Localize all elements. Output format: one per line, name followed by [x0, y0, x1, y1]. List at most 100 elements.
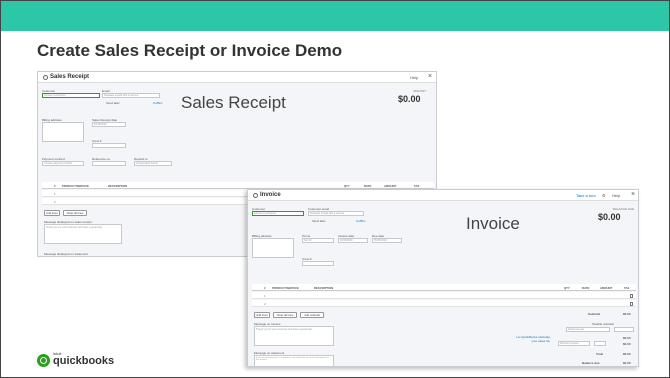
- delete-row-icon[interactable]: [630, 301, 633, 306]
- col-qty: QTY: [344, 184, 350, 188]
- balance-due-label: BALANCE DUE: [613, 207, 635, 211]
- tax-rate-placeholder: Select tax rate: [568, 328, 584, 331]
- close-icon[interactable]: ×: [631, 191, 635, 198]
- customer-select[interactable]: Choose a customer: [42, 93, 100, 98]
- tax-rate-select[interactable]: Select tax rate: [566, 327, 610, 332]
- row-number: 1: [264, 294, 266, 298]
- subtotal-value: $0.00: [623, 312, 631, 316]
- due-date-value: 05/15/2020: [374, 239, 387, 242]
- ccbcc-link[interactable]: Cc/Bcc: [356, 219, 366, 223]
- quickbooks-wordmark: quickbooks: [53, 355, 115, 367]
- help-link[interactable]: Help: [612, 193, 620, 198]
- row-number: 1: [54, 192, 56, 196]
- sales-receipt-overlay-label: Sales Receipt: [181, 93, 286, 112]
- receipt-date-value: 04/15/2020: [94, 123, 107, 126]
- message-input[interactable]: Thank you for your business and have a g…: [44, 224, 122, 244]
- email-input[interactable]: Separate emails with a comma: [102, 93, 160, 98]
- help-link[interactable]: Help: [410, 75, 418, 80]
- discount-select-value: Discount percent: [560, 342, 579, 345]
- customer-placeholder: Choose a customer: [254, 212, 276, 215]
- statement-placeholder: If you send statements to customers, thi…: [256, 357, 330, 361]
- row-number: 2: [54, 200, 56, 204]
- invoice-date-value: 04/15/2020: [340, 239, 353, 242]
- sales-receipt-table-header: # PRODUCT/SERVICE DESCRIPTION QTY RATE A…: [42, 182, 434, 189]
- reference-input[interactable]: [92, 161, 126, 166]
- table-row[interactable]: 1: [252, 292, 636, 299]
- deposit-to-value: Undeposited Funds: [136, 162, 158, 165]
- col-amount: AMOUNT: [600, 286, 613, 290]
- col-rate: RATE: [582, 286, 590, 290]
- receipt-date-input[interactable]: 04/15/2020: [92, 122, 126, 127]
- discount-select[interactable]: Discount percent: [558, 341, 590, 346]
- take-tour-link[interactable]: Take a tour: [576, 193, 596, 198]
- col-product: PRODUCT/SERVICE: [62, 184, 89, 188]
- history-icon[interactable]: [253, 193, 258, 198]
- invoice-title: Invoice: [260, 192, 281, 198]
- ccbcc-link[interactable]: Cc/Bcc: [153, 101, 163, 105]
- col-amount: AMOUNT: [384, 184, 397, 188]
- col-qty: QTY: [564, 286, 570, 290]
- table-row[interactable]: 2: [252, 300, 636, 307]
- quickbooks-logo-icon: [37, 354, 50, 367]
- deposit-to-select[interactable]: Undeposited Funds: [134, 161, 172, 166]
- col-rate: RATE: [364, 184, 372, 188]
- col-tax: TAX: [414, 184, 420, 188]
- crew-input[interactable]: [302, 261, 334, 266]
- terms-select[interactable]: Net 30: [302, 238, 334, 243]
- billing-address-input[interactable]: [42, 122, 84, 142]
- taxable-subtotal-label: Taxable subtotal: [592, 322, 614, 326]
- balance-due-row-label: Balance due: [582, 361, 600, 365]
- customer-select[interactable]: Choose a customer: [252, 211, 304, 216]
- col-description: DESCRIPTION: [314, 286, 334, 290]
- customer-email-input[interactable]: Separate emails with a comma: [308, 211, 364, 216]
- col-number: #: [264, 286, 266, 290]
- tax-value: $0.00: [623, 336, 631, 340]
- add-lines-button[interactable]: Add lines: [254, 312, 270, 318]
- statement-label: Message displayed on statement: [44, 252, 88, 256]
- slide-header-bar: [1, 1, 669, 31]
- invoice-header: Invoice Take a tour ⚙ Help ×: [248, 190, 638, 201]
- amount-value: $0.00: [398, 94, 421, 104]
- col-description: DESCRIPTION: [108, 184, 128, 188]
- email-placeholder: Separate emails with a comma: [104, 94, 139, 97]
- delete-row-icon[interactable]: [630, 293, 633, 298]
- customer-placeholder: Choose a customer: [44, 94, 66, 97]
- calculate-tax-link[interactable]: Let QuickBooks calculate your sales tax: [510, 335, 550, 343]
- col-product: PRODUCT/SERVICE: [272, 286, 299, 290]
- due-date-input[interactable]: 05/15/2020: [372, 238, 402, 243]
- payment-method-select[interactable]: Choose payment method: [42, 161, 84, 166]
- clear-lines-button[interactable]: Clear all lines: [273, 312, 297, 318]
- payment-method-placeholder: Choose payment method: [44, 162, 72, 165]
- crew-input[interactable]: [92, 143, 126, 148]
- send-later-checkbox[interactable]: Send later: [312, 219, 326, 223]
- settings-icon[interactable]: ⚙: [602, 193, 606, 198]
- balance-due-value: $0.00: [598, 212, 621, 222]
- clear-lines-button[interactable]: Clear all lines: [63, 210, 87, 216]
- slide-title: Create Sales Receipt or Invoice Demo: [37, 41, 343, 60]
- close-icon[interactable]: ×: [428, 73, 432, 80]
- email-placeholder: Separate emails with a comma: [310, 212, 345, 215]
- invoice-table-header: # PRODUCT/SERVICE DESCRIPTION QTY RATE A…: [252, 284, 636, 291]
- invoice-date-input[interactable]: 04/15/2020: [338, 238, 368, 243]
- col-tax: TAX: [624, 286, 630, 290]
- message-placeholder: Thank you for your business and have a g…: [256, 328, 313, 331]
- terms-value: Net 30: [304, 239, 312, 242]
- subtotal-label: Subtotal: [588, 312, 600, 316]
- add-subtotal-button[interactable]: Add subtotal: [300, 312, 324, 318]
- invoice-overlay-label: Invoice: [466, 214, 520, 233]
- history-icon[interactable]: [43, 75, 48, 80]
- discount-input[interactable]: [594, 341, 606, 346]
- add-lines-button[interactable]: Add lines: [44, 210, 60, 216]
- presentation-slide: Create Sales Receipt or Invoice Demo Sal…: [0, 0, 670, 378]
- total-value: $0.00: [623, 352, 631, 356]
- sales-receipt-title: Sales Receipt: [50, 74, 90, 80]
- col-number: #: [54, 184, 56, 188]
- message-on-invoice-input[interactable]: Thank you for your business and have a g…: [254, 326, 334, 346]
- send-later-checkbox[interactable]: Send later: [106, 101, 120, 105]
- invoice-screenshot: Invoice Take a tour ⚙ Help × Customer Ch…: [247, 189, 639, 367]
- total-label: Total: [596, 352, 603, 356]
- sales-receipt-header: Sales Receipt Help ×: [38, 72, 436, 83]
- tax-amount-input[interactable]: [614, 327, 634, 332]
- billing-address-input[interactable]: [252, 238, 294, 258]
- message-on-statement-input[interactable]: If you send statements to customers, thi…: [254, 355, 334, 366]
